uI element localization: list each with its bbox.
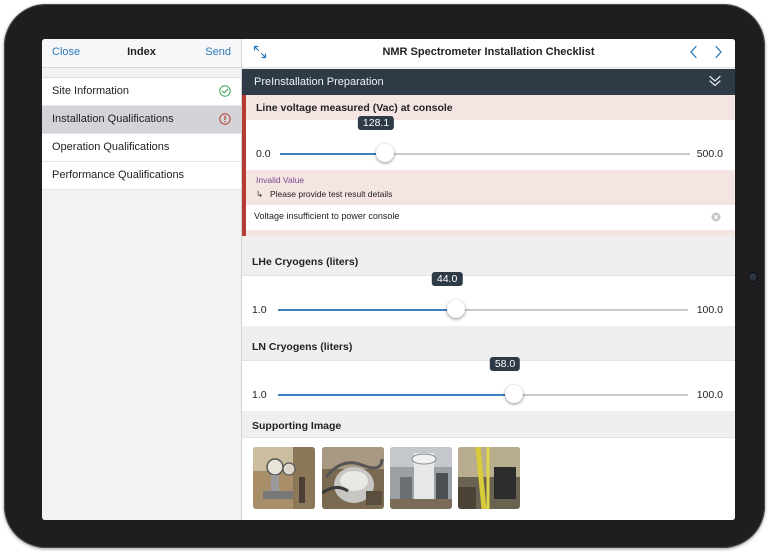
slider-thumb[interactable]: 128.1 (357, 116, 395, 162)
slider-fill (278, 309, 457, 311)
question-lhe-cryogens: LHe Cryogens (liters) 1.0 44.0 100.0 (242, 243, 735, 329)
test-result-details-input[interactable] (254, 211, 694, 221)
slider-thumb[interactable]: 58.0 (489, 357, 524, 403)
check-circle-icon (219, 85, 231, 97)
test-result-details (246, 205, 735, 230)
question-label: Line voltage measured (Vac) at console (256, 102, 453, 114)
sidebar-header: Close Index Send (42, 39, 241, 68)
camera-dot (748, 272, 758, 282)
image-strip (242, 437, 735, 520)
slider-panel: 0.0 128.1 500.0 (246, 116, 735, 170)
sidebar-item-label: Site Information (52, 85, 130, 97)
error-prompt-text: Please provide test result details (270, 189, 393, 199)
slider-min-label: 0.0 (256, 148, 271, 160)
question-label: LHe Cryogens (liters) (252, 256, 359, 268)
index-sidebar: Close Index Send Site Information Instal… (42, 39, 242, 520)
chevron-left-icon[interactable] (688, 45, 700, 59)
image-thumbnail-1[interactable] (253, 447, 315, 509)
clear-icon[interactable] (711, 212, 721, 222)
slider-track[interactable]: 44.0 (278, 272, 688, 318)
slider-thumb[interactable]: 44.0 (431, 272, 466, 318)
slider-max-label: 100.0 (696, 304, 723, 316)
image-thumbnail-2[interactable] (322, 447, 384, 509)
page-title: NMR Spectrometer Installation Checklist (382, 46, 595, 58)
question-line-voltage: Line voltage measured (Vac) at console 0… (242, 95, 735, 236)
image-thumbnail-3[interactable] (390, 447, 452, 509)
slider-panel: 1.0 58.0 100.0 (242, 357, 735, 411)
slider-max-label: 100.0 (696, 389, 723, 401)
cable-lab-photo (458, 447, 520, 509)
slider-value-bubble: 58.0 (489, 357, 521, 371)
error-circle-icon (219, 113, 231, 125)
chevron-right-icon[interactable] (712, 45, 724, 59)
slider-min-label: 1.0 (252, 304, 267, 316)
slider-track[interactable]: 58.0 (278, 357, 688, 403)
sidebar-item-label: Performance Qualifications (52, 169, 185, 181)
slider-fill (280, 153, 386, 155)
image-thumbnail-4[interactable] (458, 447, 520, 509)
sidebar-item-performance-qualifications[interactable]: Performance Qualifications (42, 162, 241, 190)
checklist-panel: NMR Spectrometer Installation Checklist … (242, 39, 735, 520)
slider-track[interactable]: 128.1 (280, 116, 690, 162)
slider-value-bubble: 128.1 (357, 116, 395, 130)
sidebar-item-label: Operation Qualifications (52, 141, 170, 153)
error-prompt: ↳ Please provide test result details (256, 189, 392, 200)
main-header: NMR Spectrometer Installation Checklist (242, 39, 735, 68)
sidebar-item-operation-qualifications[interactable]: Operation Qualifications (42, 134, 241, 162)
gauge-valve-photo (253, 447, 315, 509)
send-button[interactable]: Send (205, 46, 231, 58)
sidebar-item-label: Installation Qualifications (52, 113, 174, 125)
supporting-images: Supporting Image (242, 412, 735, 520)
dewar-hoses-photo (322, 447, 384, 509)
sidebar-list: Site Information Installation Qualificat… (42, 77, 241, 190)
slider-panel: 1.0 44.0 100.0 (242, 272, 735, 326)
sidebar-item-installation-qualifications[interactable]: Installation Qualifications (42, 106, 241, 134)
question-label: LN Cryogens (liters) (252, 341, 353, 353)
section-header[interactable]: PreInstallation Preparation (242, 69, 735, 95)
app-screen: Close Index Send Site Information Instal… (42, 39, 735, 520)
slider-min-label: 1.0 (252, 389, 267, 401)
supporting-image-label: Supporting Image (252, 420, 342, 432)
arrow-down-right-icon: ↳ (256, 189, 264, 199)
slider-max-label: 500.0 (696, 148, 723, 160)
magnet-console-photo (390, 447, 452, 509)
sidebar-item-site-information[interactable]: Site Information (42, 78, 241, 106)
tablet-frame: Close Index Send Site Information Instal… (4, 4, 765, 548)
section-title: PreInstallation Preparation (254, 76, 384, 88)
invalid-value-label: Invalid Value (256, 175, 305, 185)
slider-value-bubble: 44.0 (431, 272, 463, 286)
question-ln-cryogens: LN Cryogens (liters) 1.0 58.0 100.0 (242, 328, 735, 414)
slider-fill (278, 394, 515, 396)
double-chevron-down-icon[interactable] (708, 74, 722, 88)
